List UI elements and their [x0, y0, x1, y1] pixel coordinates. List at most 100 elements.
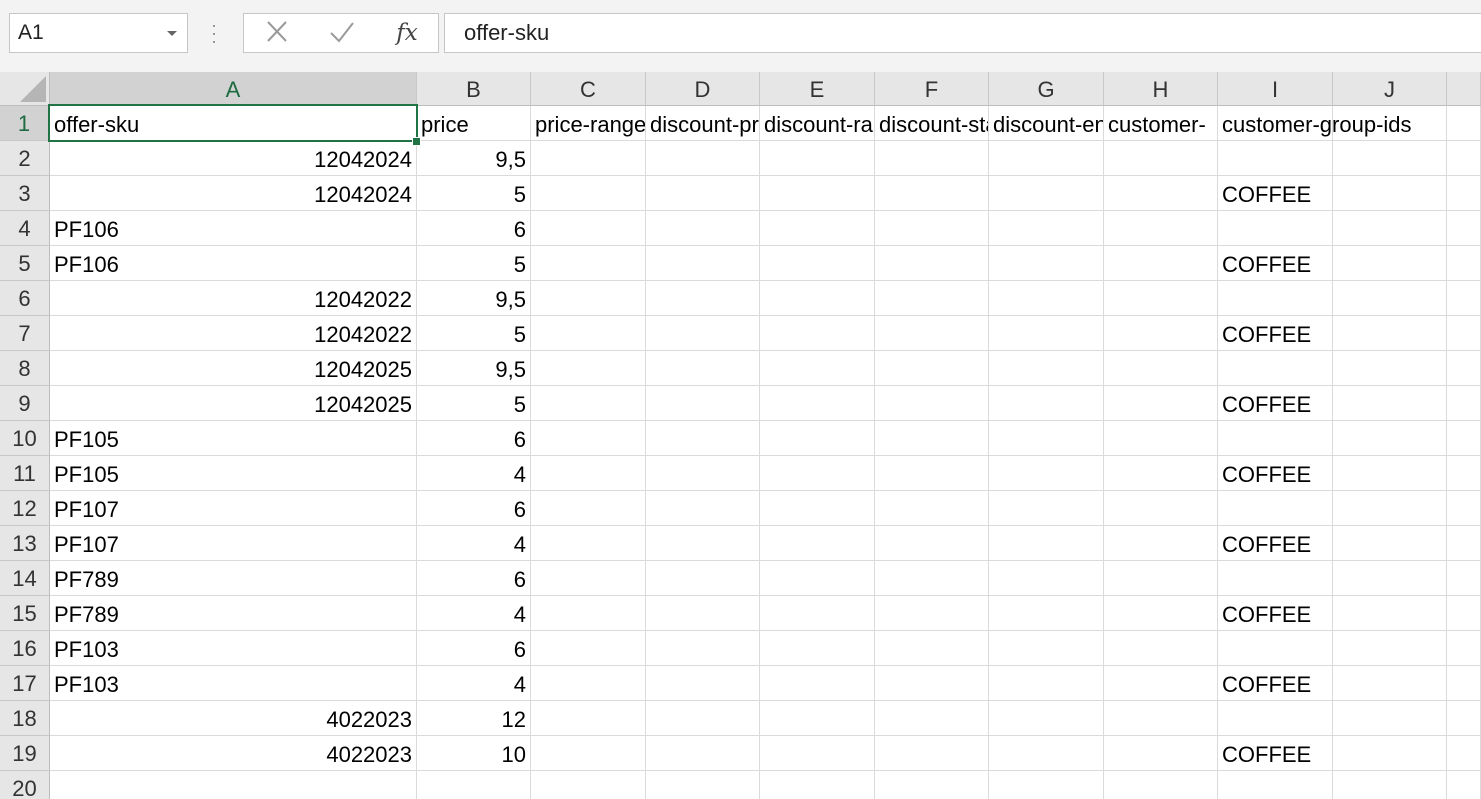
cell[interactable] [760, 246, 875, 281]
cell[interactable] [989, 631, 1104, 666]
cell[interactable]: discount-range [760, 106, 875, 141]
column-header-d[interactable]: D [646, 72, 760, 106]
cell[interactable] [1104, 211, 1218, 246]
cell[interactable] [1447, 491, 1481, 526]
row-header[interactable]: 6 [0, 281, 50, 316]
cell[interactable]: COFFEE [1218, 316, 1333, 351]
cell[interactable] [646, 736, 760, 771]
cell[interactable] [989, 351, 1104, 386]
cell[interactable] [1218, 211, 1333, 246]
cell[interactable] [646, 316, 760, 351]
cell[interactable] [1104, 561, 1218, 596]
cell[interactable] [531, 666, 646, 701]
cell[interactable]: customer- [1104, 106, 1218, 141]
row-header[interactable]: 15 [0, 596, 50, 631]
cell[interactable] [1447, 561, 1481, 596]
cell[interactable] [875, 736, 989, 771]
cell[interactable] [760, 561, 875, 596]
cell[interactable] [1333, 386, 1447, 421]
cell[interactable]: 6 [417, 211, 531, 246]
cell[interactable] [646, 666, 760, 701]
cell[interactable]: 4 [417, 526, 531, 561]
cell[interactable]: PF106 [50, 211, 417, 246]
column-header-a[interactable]: A [50, 72, 417, 106]
column-header-h[interactable]: H [1104, 72, 1218, 106]
cell[interactable] [760, 491, 875, 526]
cell[interactable] [1447, 141, 1481, 176]
row-header[interactable]: 17 [0, 666, 50, 701]
cell[interactable] [1447, 386, 1481, 421]
cell[interactable]: 12 [417, 701, 531, 736]
cell[interactable] [989, 491, 1104, 526]
cell[interactable] [1333, 421, 1447, 456]
cell[interactable] [531, 701, 646, 736]
column-header-j[interactable]: J [1333, 72, 1447, 106]
cell[interactable] [1447, 281, 1481, 316]
cell[interactable] [989, 211, 1104, 246]
cell[interactable] [875, 491, 989, 526]
cell[interactable] [760, 281, 875, 316]
cell[interactable] [1104, 141, 1218, 176]
cell[interactable] [1104, 526, 1218, 561]
cell[interactable] [646, 211, 760, 246]
cell[interactable] [1447, 596, 1481, 631]
formula-text[interactable]: offer-sku [464, 14, 549, 52]
cell[interactable] [1333, 666, 1447, 701]
cell[interactable] [875, 631, 989, 666]
cell[interactable]: PF105 [50, 421, 417, 456]
cell[interactable] [1333, 596, 1447, 631]
cell[interactable] [760, 351, 875, 386]
cell[interactable] [1447, 351, 1481, 386]
cell[interactable] [1218, 491, 1333, 526]
cell[interactable]: offer-sku [50, 106, 417, 141]
cell[interactable]: COFFEE [1218, 176, 1333, 211]
cell[interactable] [1333, 246, 1447, 281]
cell[interactable] [1333, 631, 1447, 666]
cell[interactable] [1447, 526, 1481, 561]
cell[interactable]: PF789 [50, 561, 417, 596]
cell[interactable] [989, 771, 1104, 799]
cell[interactable] [760, 386, 875, 421]
formula-input[interactable]: offer-sku [444, 13, 1481, 53]
cell[interactable]: 4022023 [50, 736, 417, 771]
cell[interactable]: COFFEE [1218, 456, 1333, 491]
cell[interactable]: PF106 [50, 246, 417, 281]
row-header[interactable]: 4 [0, 211, 50, 246]
cell[interactable] [760, 701, 875, 736]
cell[interactable] [1447, 106, 1481, 141]
cell[interactable] [646, 771, 760, 799]
cell[interactable]: customer-group-ids [1218, 106, 1412, 141]
cell[interactable] [1104, 316, 1218, 351]
column-header-f[interactable]: F [875, 72, 989, 106]
cell[interactable] [1104, 281, 1218, 316]
cell[interactable] [875, 666, 989, 701]
name-box[interactable]: A1 [9, 13, 188, 53]
cell[interactable] [531, 771, 646, 799]
row-header[interactable]: 2 [0, 141, 50, 176]
cell[interactable] [1333, 771, 1447, 799]
cell[interactable]: COFFEE [1218, 596, 1333, 631]
cell[interactable] [1447, 666, 1481, 701]
cell[interactable] [875, 456, 989, 491]
cell[interactable] [1218, 141, 1333, 176]
spreadsheet-grid[interactable]: ABCDEFGHIJ 1 offer-sku price price-range dis… [0, 72, 1481, 799]
cell[interactable]: discount-start [875, 106, 989, 141]
cell[interactable]: PF103 [50, 666, 417, 701]
column-header-partial[interactable] [1447, 72, 1481, 106]
cell[interactable] [989, 386, 1104, 421]
cell[interactable] [646, 386, 760, 421]
cell[interactable] [989, 281, 1104, 316]
cell[interactable]: 12042022 [50, 281, 417, 316]
cell[interactable] [531, 561, 646, 596]
cell[interactable] [646, 141, 760, 176]
cell[interactable] [760, 176, 875, 211]
cell[interactable]: 12042022 [50, 316, 417, 351]
cell[interactable] [875, 246, 989, 281]
chevron-down-icon[interactable] [167, 31, 177, 36]
cell[interactable] [1333, 351, 1447, 386]
cell[interactable] [875, 176, 989, 211]
cell[interactable] [1447, 771, 1481, 799]
cell[interactable] [875, 421, 989, 456]
cell[interactable] [1447, 736, 1481, 771]
cell[interactable] [760, 211, 875, 246]
